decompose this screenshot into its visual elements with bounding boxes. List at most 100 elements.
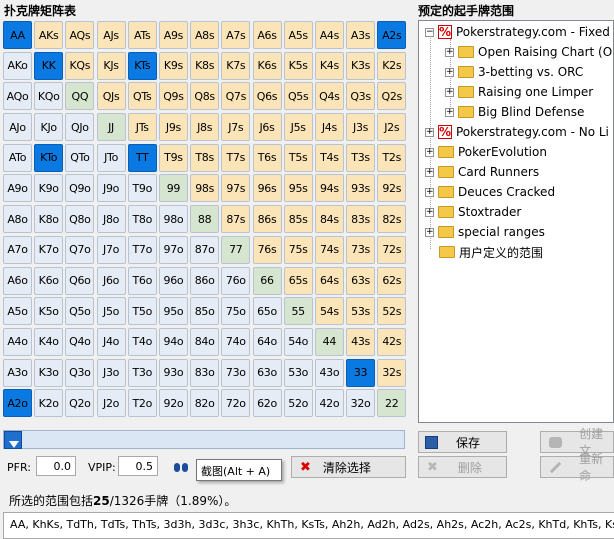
hand-cell-93s[interactable]: 93s: [346, 174, 376, 203]
expand-icon[interactable]: +: [445, 47, 454, 57]
hand-cell-A8s[interactable]: A8s: [190, 21, 220, 49]
hand-cell-22[interactable]: 22: [377, 389, 407, 418]
hand-cell-K8s[interactable]: K8s: [190, 51, 220, 80]
hand-cell-K3s[interactable]: K3s: [346, 51, 376, 80]
hand-cell-A7o[interactable]: A7o: [3, 235, 32, 264]
hand-cell-Q2s[interactable]: Q2s: [377, 82, 407, 111]
hand-cell-QQ[interactable]: QQ: [65, 82, 95, 111]
hand-cell-84o[interactable]: 84o: [190, 327, 220, 356]
hand-cell-A2s[interactable]: A2s: [377, 21, 407, 49]
hand-cell-J6s[interactable]: J6s: [252, 113, 282, 142]
hand-cell-55[interactable]: 55: [283, 297, 313, 326]
hand-cell-Q7s[interactable]: Q7s: [221, 82, 251, 111]
hand-cell-K8o[interactable]: K8o: [34, 205, 64, 234]
hand-cell-KQs[interactable]: KQs: [65, 51, 95, 80]
hand-cell-92o[interactable]: 92o: [158, 389, 188, 418]
hand-cell-T8s[interactable]: T8s: [190, 143, 220, 172]
hand-cell-AKs[interactable]: AKs: [34, 21, 64, 49]
hand-cell-K5s[interactable]: K5s: [283, 51, 313, 80]
hand-cell-A3s[interactable]: A3s: [346, 21, 376, 49]
collapse-icon[interactable]: −: [425, 27, 434, 37]
hand-cell-T7o[interactable]: T7o: [127, 235, 157, 264]
hand-cell-75o[interactable]: 75o: [221, 297, 251, 326]
delete-button[interactable]: ✖ 删除: [418, 456, 507, 478]
hand-cell-62s[interactable]: 62s: [377, 266, 407, 295]
hand-cell-84s[interactable]: 84s: [314, 205, 344, 234]
hand-cell-77[interactable]: 77: [221, 235, 251, 264]
hand-cell-97s[interactable]: 97s: [221, 174, 251, 203]
hand-cell-65o[interactable]: 65o: [252, 297, 282, 326]
expand-icon[interactable]: +: [425, 227, 434, 237]
hand-cell-KK[interactable]: KK: [34, 51, 64, 80]
hand-cell-AJo[interactable]: AJo: [3, 113, 32, 142]
hand-cell-Q9s[interactable]: Q9s: [158, 82, 188, 111]
hand-cell-A7s[interactable]: A7s: [221, 21, 251, 49]
expand-icon[interactable]: +: [425, 207, 434, 217]
hand-cell-QTs[interactable]: QTs: [127, 82, 157, 111]
hand-cell-43o[interactable]: 43o: [314, 358, 344, 387]
expand-icon[interactable]: +: [425, 187, 434, 197]
tree-node[interactable]: + Card Runners: [425, 163, 539, 181]
hand-cell-86s[interactable]: 86s: [252, 205, 282, 234]
hand-cell-KTs[interactable]: KTs: [127, 51, 157, 80]
hand-cell-KQo[interactable]: KQo: [34, 82, 64, 111]
hand-cell-T6s[interactable]: T6s: [252, 143, 282, 172]
hand-cell-99[interactable]: 99: [158, 174, 188, 203]
hand-cell-J6o[interactable]: J6o: [96, 266, 126, 295]
hand-cell-T2s[interactable]: T2s: [377, 143, 407, 172]
hand-cell-J2o[interactable]: J2o: [96, 389, 126, 418]
hand-cell-64o[interactable]: 64o: [252, 327, 282, 356]
tree-node[interactable]: + special ranges: [425, 223, 545, 241]
hand-cell-33[interactable]: 33: [346, 358, 376, 387]
hand-cell-53o[interactable]: 53o: [283, 358, 313, 387]
hand-cell-J8s[interactable]: J8s: [190, 113, 220, 142]
hand-cell-76s[interactable]: 76s: [252, 235, 282, 264]
hand-cell-64s[interactable]: 64s: [314, 266, 344, 295]
expand-icon[interactable]: +: [445, 87, 454, 97]
hand-cell-Q6s[interactable]: Q6s: [252, 82, 282, 111]
hand-cell-J7o[interactable]: J7o: [96, 235, 126, 264]
hand-cell-54o[interactable]: 54o: [283, 327, 313, 356]
hand-cell-K4s[interactable]: K4s: [314, 51, 344, 80]
tree-node[interactable]: + Open Raising Chart (OR: [445, 43, 613, 61]
screenshot-tool-button[interactable]: [166, 456, 196, 478]
expand-icon[interactable]: +: [425, 127, 434, 137]
hand-cell-ATo[interactable]: ATo: [3, 143, 32, 172]
tree-node[interactable]: +% Pokerstrategy.com - No Li: [425, 123, 609, 141]
hand-cell-72o[interactable]: 72o: [221, 389, 251, 418]
expand-icon[interactable]: +: [425, 167, 434, 177]
hand-cell-AQs[interactable]: AQs: [65, 21, 95, 49]
hand-cell-87s[interactable]: 87s: [221, 205, 251, 234]
hand-cell-K2o[interactable]: K2o: [34, 389, 64, 418]
hand-cell-Q8o[interactable]: Q8o: [65, 205, 95, 234]
hand-cell-A6o[interactable]: A6o: [3, 266, 32, 295]
hand-cell-Q5s[interactable]: Q5s: [283, 82, 313, 111]
expand-icon[interactable]: +: [445, 67, 454, 77]
hand-cell-T4o[interactable]: T4o: [127, 327, 157, 356]
hand-cell-72s[interactable]: 72s: [377, 235, 407, 264]
hand-cell-T5o[interactable]: T5o: [127, 297, 157, 326]
hand-cell-J2s[interactable]: J2s: [377, 113, 407, 142]
hand-cell-KJo[interactable]: KJo: [34, 113, 64, 142]
hand-cell-87o[interactable]: 87o: [190, 235, 220, 264]
hand-cell-95o[interactable]: 95o: [158, 297, 188, 326]
hand-cell-J5s[interactable]: J5s: [283, 113, 313, 142]
hand-cell-82s[interactable]: 82s: [377, 205, 407, 234]
hand-cell-K6s[interactable]: K6s: [252, 51, 282, 80]
hand-cell-J7s[interactable]: J7s: [221, 113, 251, 142]
hand-cell-T7s[interactable]: T7s: [221, 143, 251, 172]
hand-cell-J9s[interactable]: J9s: [158, 113, 188, 142]
hand-cell-QJo[interactable]: QJo: [65, 113, 95, 142]
hand-cell-JTo[interactable]: JTo: [96, 143, 126, 172]
hand-cell-98s[interactable]: 98s: [190, 174, 220, 203]
hand-cell-83s[interactable]: 83s: [346, 205, 376, 234]
range-tree[interactable]: −% Pokerstrategy.com - Fixed + Open Raising…: [418, 20, 614, 423]
hand-cell-32o[interactable]: 32o: [346, 389, 376, 418]
hand-cell-73s[interactable]: 73s: [346, 235, 376, 264]
hand-cell-Q2o[interactable]: Q2o: [65, 389, 95, 418]
expand-icon[interactable]: +: [425, 147, 434, 157]
tree-node[interactable]: + PokerEvolution: [425, 143, 547, 161]
rename-button[interactable]: 重新命: [540, 452, 614, 483]
expand-icon[interactable]: +: [445, 107, 454, 117]
hand-cell-Q4s[interactable]: Q4s: [314, 82, 344, 111]
